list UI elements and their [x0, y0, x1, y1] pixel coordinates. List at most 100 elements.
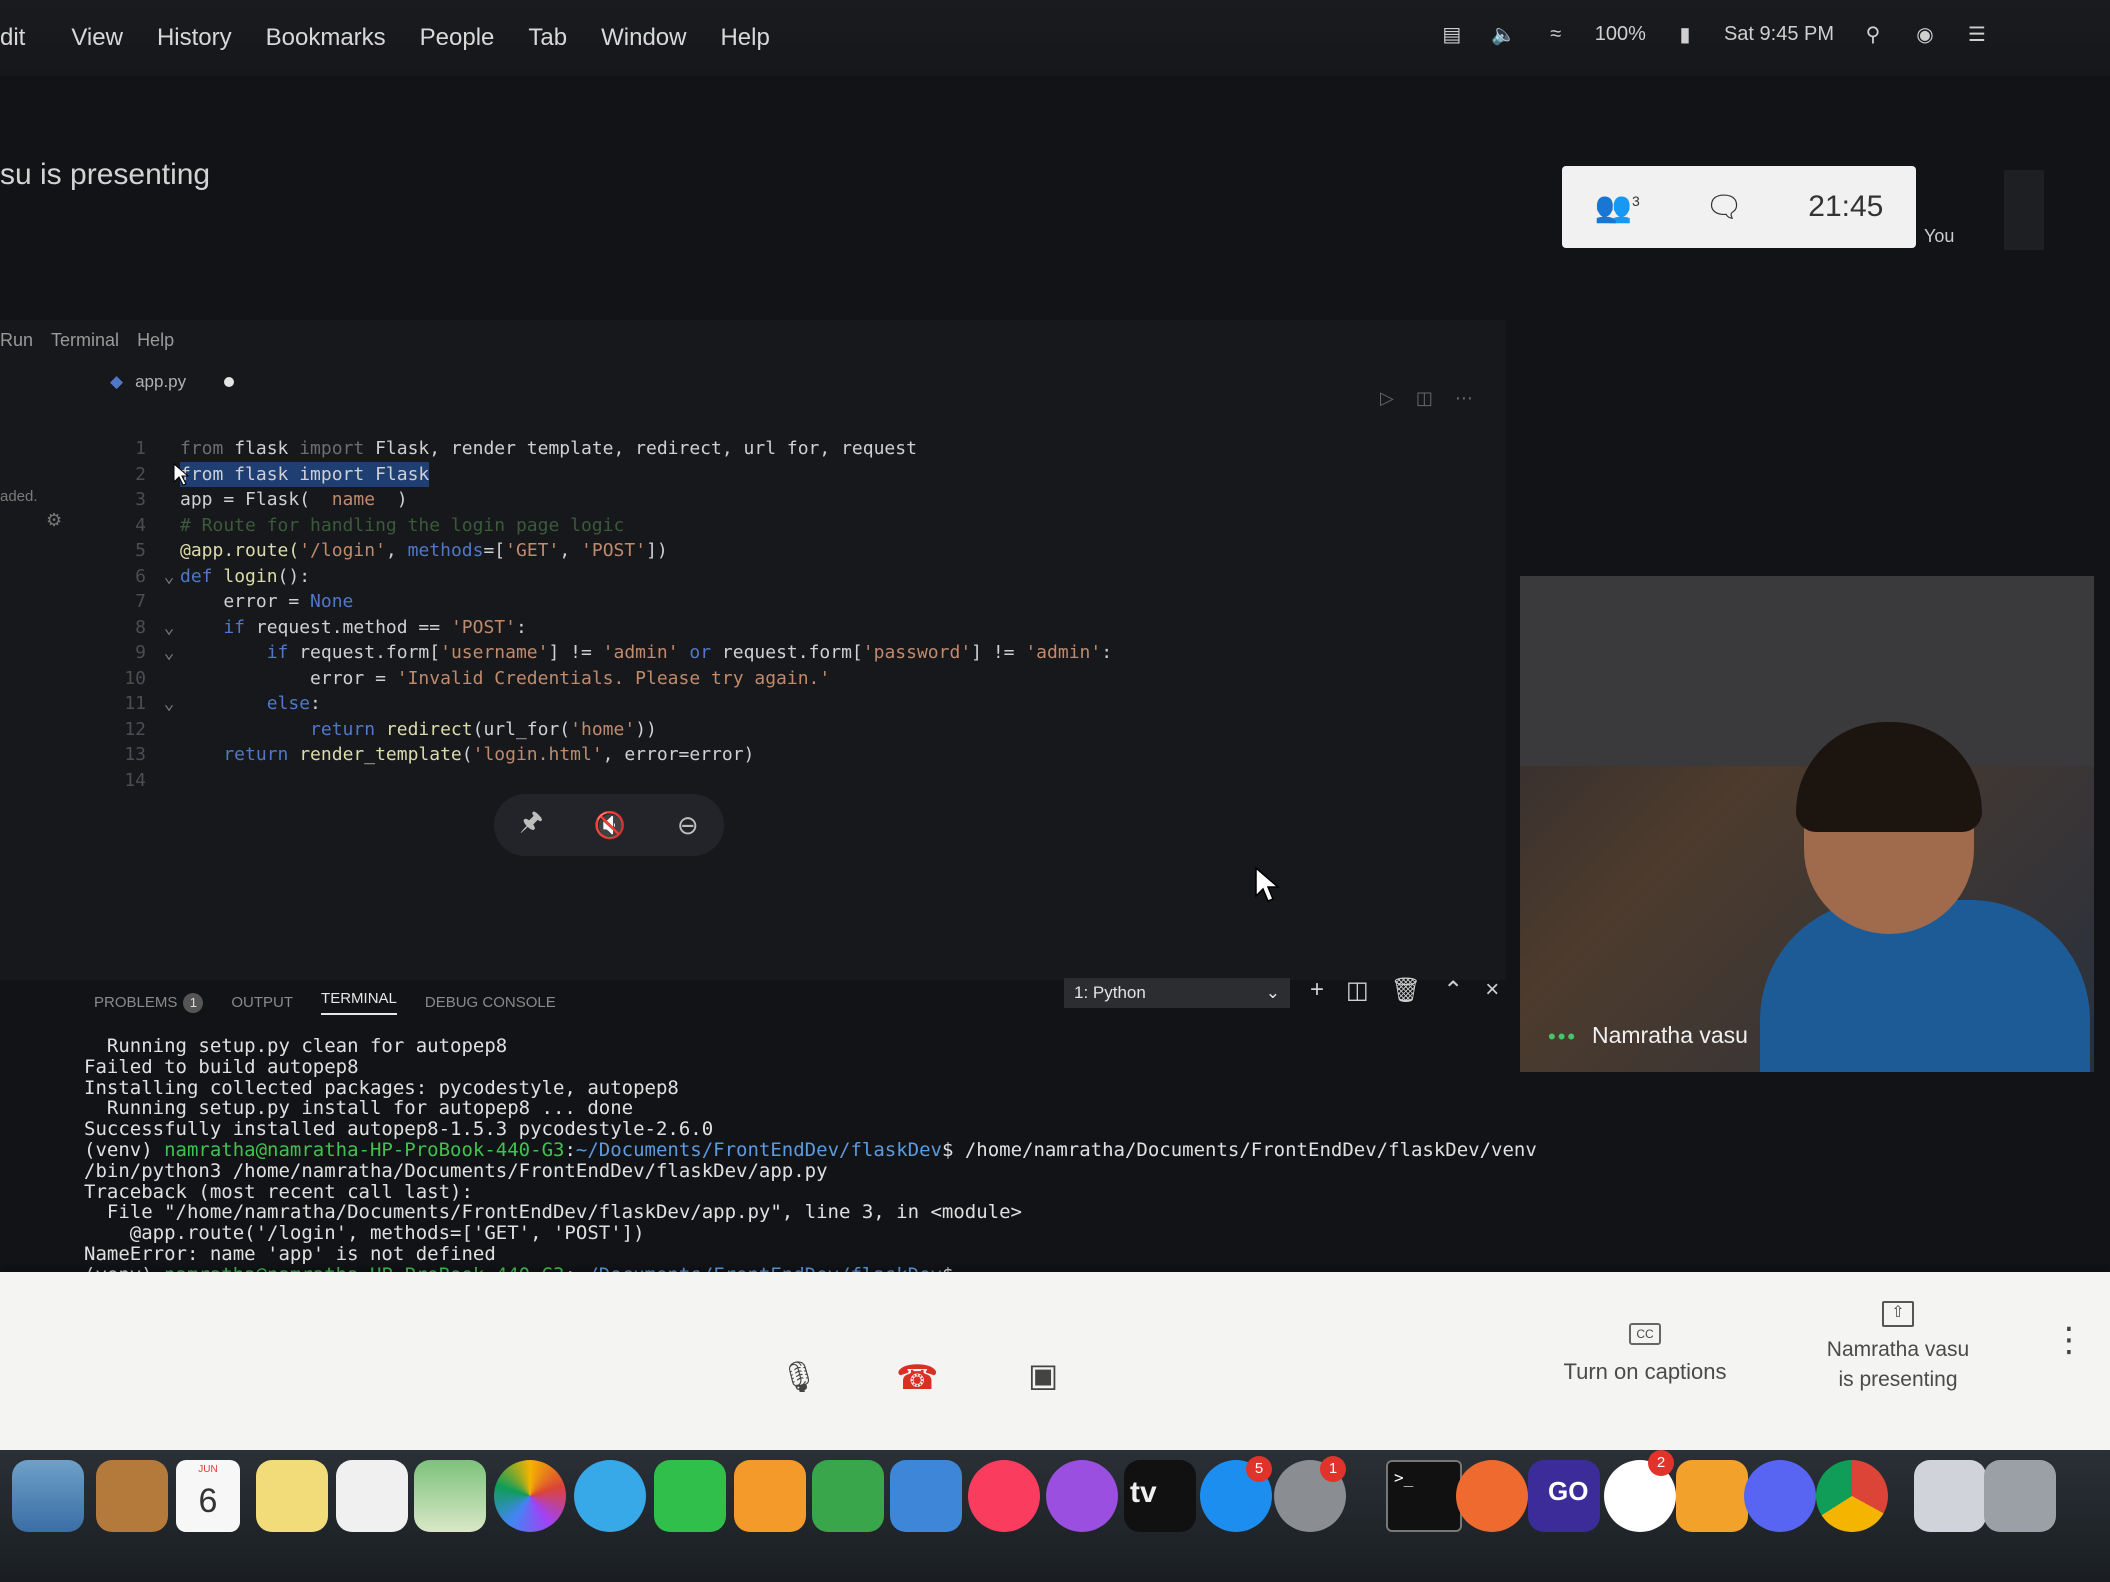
battery-icon[interactable]: ▮: [1672, 22, 1698, 46]
discord-icon[interactable]: [1744, 1460, 1816, 1532]
volume-icon[interactable]: 🔈: [1491, 22, 1517, 46]
fold-chevron-icon[interactable]: ⌄: [158, 615, 180, 641]
code-line[interactable]: 3 app = Flask( name ): [110, 487, 1112, 513]
notes-icon[interactable]: [256, 1460, 328, 1532]
messages-icon[interactable]: [574, 1460, 646, 1532]
split-editor-icon[interactable]: ◫: [1416, 388, 1433, 409]
more-options-icon[interactable]: ⋮: [2052, 1320, 2086, 1360]
gear-icon[interactable]: ⚙: [46, 510, 62, 531]
chat-icon[interactable]: 🗨: [1705, 190, 1743, 225]
fold-chevron-icon[interactable]: ⌄: [158, 691, 180, 717]
editor-menu-item[interactable]: Help: [137, 330, 174, 351]
more-icon[interactable]: ⋯: [1455, 388, 1473, 409]
terminal-app-icon[interactable]: >_: [1386, 1460, 1462, 1532]
code-token: from: [180, 438, 235, 459]
run-icon[interactable]: ▷: [1380, 388, 1394, 409]
code-line[interactable]: 7 error = None: [110, 589, 1112, 615]
trash-icon[interactable]: 🗑: [1391, 976, 1421, 1005]
photos-icon[interactable]: [494, 1460, 566, 1532]
code-token: app = Flask(: [180, 489, 332, 510]
tab-debug-console[interactable]: DEBUG CONSOLE: [425, 994, 556, 1011]
numbers-icon[interactable]: [812, 1460, 884, 1532]
chrome-icon[interactable]: [1816, 1460, 1888, 1532]
code-line[interactable]: 10 error = 'Invalid Credentials. Please …: [110, 666, 1112, 692]
search-icon[interactable]: ⚲: [1860, 22, 1886, 46]
captions-button[interactable]: CC Turn on captions: [1560, 1318, 1730, 1385]
pen-app-icon[interactable]: [1456, 1460, 1528, 1532]
code-editor[interactable]: 1 from flask import Flask, render templat…: [110, 436, 1112, 793]
menu-item[interactable]: Tab: [528, 24, 567, 52]
terminal-output[interactable]: Running setup.py clean for autopep8 Faile…: [84, 1036, 1537, 1286]
finder-icon[interactable]: [12, 1460, 84, 1532]
fold-chevron-icon[interactable]: ⌄: [158, 564, 180, 590]
user-icon[interactable]: ◉: [1912, 22, 1938, 46]
menu-item[interactable]: dit: [0, 24, 25, 52]
code-line[interactable]: 6 ⌄ def login ():: [110, 564, 1112, 590]
editor-menu-item[interactable]: Run: [0, 330, 33, 351]
terminal-select[interactable]: 1: Python ⌄: [1064, 978, 1290, 1008]
code-line[interactable]: 8 ⌄ if request.method == 'POST':: [110, 615, 1112, 641]
menu-item[interactable]: Bookmarks: [266, 24, 386, 52]
terminal-token: namratha@namratha-HP-ProBook-440-G3: [164, 1138, 565, 1161]
list-icon[interactable]: ☰: [1964, 22, 1990, 46]
microphone-icon[interactable]: 🎙: [780, 1360, 818, 1395]
terminal-line: Successfully installed autopep8-1.5.3 py…: [84, 1119, 1537, 1140]
code-token: request.form[: [721, 642, 863, 663]
tab-problems[interactable]: PROBLEMS 1: [94, 992, 204, 1013]
editor-tab[interactable]: ◆ app.py: [110, 372, 235, 392]
tab-terminal[interactable]: TERMINAL: [321, 990, 397, 1015]
code-line[interactable]: 13 return render_template('login.html', …: [110, 742, 1112, 768]
music-icon[interactable]: [968, 1460, 1040, 1532]
menu-item[interactable]: Window: [601, 24, 686, 52]
maps-icon[interactable]: [414, 1460, 486, 1532]
code-line[interactable]: 9 ⌄ if request.form['username'] != 'admin…: [110, 640, 1112, 666]
menu-item[interactable]: Help: [720, 24, 769, 52]
sublime-icon[interactable]: [1676, 1460, 1748, 1532]
menubar-clock[interactable]: Sat 9:45 PM: [1724, 23, 1834, 46]
clipboard-icon[interactable]: ▤: [1439, 22, 1465, 46]
terminal-line: Running setup.py clean for autopep8: [84, 1036, 1537, 1057]
fold-chevron-icon: [158, 666, 180, 692]
fold-chevron-icon[interactable]: ⌄: [158, 640, 180, 666]
code-line[interactable]: 5 @app.route('/login', methods =['GET', 'P…: [110, 538, 1112, 564]
close-icon[interactable]: ×: [1485, 976, 1499, 1005]
presenting-button[interactable]: ⇧ Namratha vasu is presenting: [1818, 1296, 1978, 1395]
add-terminal-icon[interactable]: +: [1310, 976, 1324, 1005]
line-number: 8: [135, 616, 146, 638]
code-line[interactable]: 4 # Route for handling the login page log…: [110, 513, 1112, 539]
menu-item[interactable]: People: [420, 24, 495, 52]
reminders-icon[interactable]: [336, 1460, 408, 1532]
facetime-icon[interactable]: [654, 1460, 726, 1532]
menu-item[interactable]: History: [157, 24, 232, 52]
split-terminal-icon[interactable]: ◫: [1346, 976, 1369, 1005]
calendar-icon[interactable]: JUN 6: [176, 1460, 240, 1532]
mute-icon[interactable]: 🔇: [594, 810, 626, 841]
participants-icon[interactable]: 👥3: [1595, 190, 1640, 225]
contacts-icon[interactable]: [96, 1460, 168, 1532]
trash-icon[interactable]: [1984, 1460, 2056, 1532]
code-line[interactable]: 1 from flask import Flask, render templat…: [110, 436, 1112, 462]
wifi-icon[interactable]: ≈: [1543, 22, 1569, 46]
menu-item[interactable]: View: [71, 24, 123, 52]
fold-chevron-icon: [158, 768, 180, 794]
code-token: ] !=: [971, 642, 1026, 663]
podcasts-icon[interactable]: [1046, 1460, 1118, 1532]
code-line[interactable]: 12 return redirect (url_for('home')): [110, 717, 1112, 743]
end-call-icon[interactable]: ☎: [896, 1358, 938, 1398]
self-video-tile[interactable]: [2004, 170, 2044, 250]
editor-menu-item[interactable]: Terminal: [51, 330, 119, 351]
code-token: return: [180, 744, 300, 765]
pin-icon[interactable]: 🖈: [519, 803, 543, 847]
camera-icon[interactable]: ▣: [1028, 1356, 1058, 1394]
folder-icon[interactable]: [1914, 1460, 1986, 1532]
tab-output[interactable]: OUTPUT: [231, 994, 293, 1011]
keynote-icon[interactable]: [890, 1460, 962, 1532]
code-line[interactable]: 14: [110, 768, 1112, 794]
unsaved-dot-icon[interactable]: [224, 377, 235, 387]
pages-icon[interactable]: [734, 1460, 806, 1532]
code-line[interactable]: 11 ⌄ else:: [110, 691, 1112, 717]
code-line[interactable]: 2 from flask import Flask: [110, 461, 1112, 487]
terminal-line: NameError: name 'app' is not defined: [84, 1244, 1537, 1265]
remove-icon[interactable]: ⊖: [677, 810, 699, 841]
chevron-up-icon[interactable]: ⌃: [1443, 976, 1463, 1005]
